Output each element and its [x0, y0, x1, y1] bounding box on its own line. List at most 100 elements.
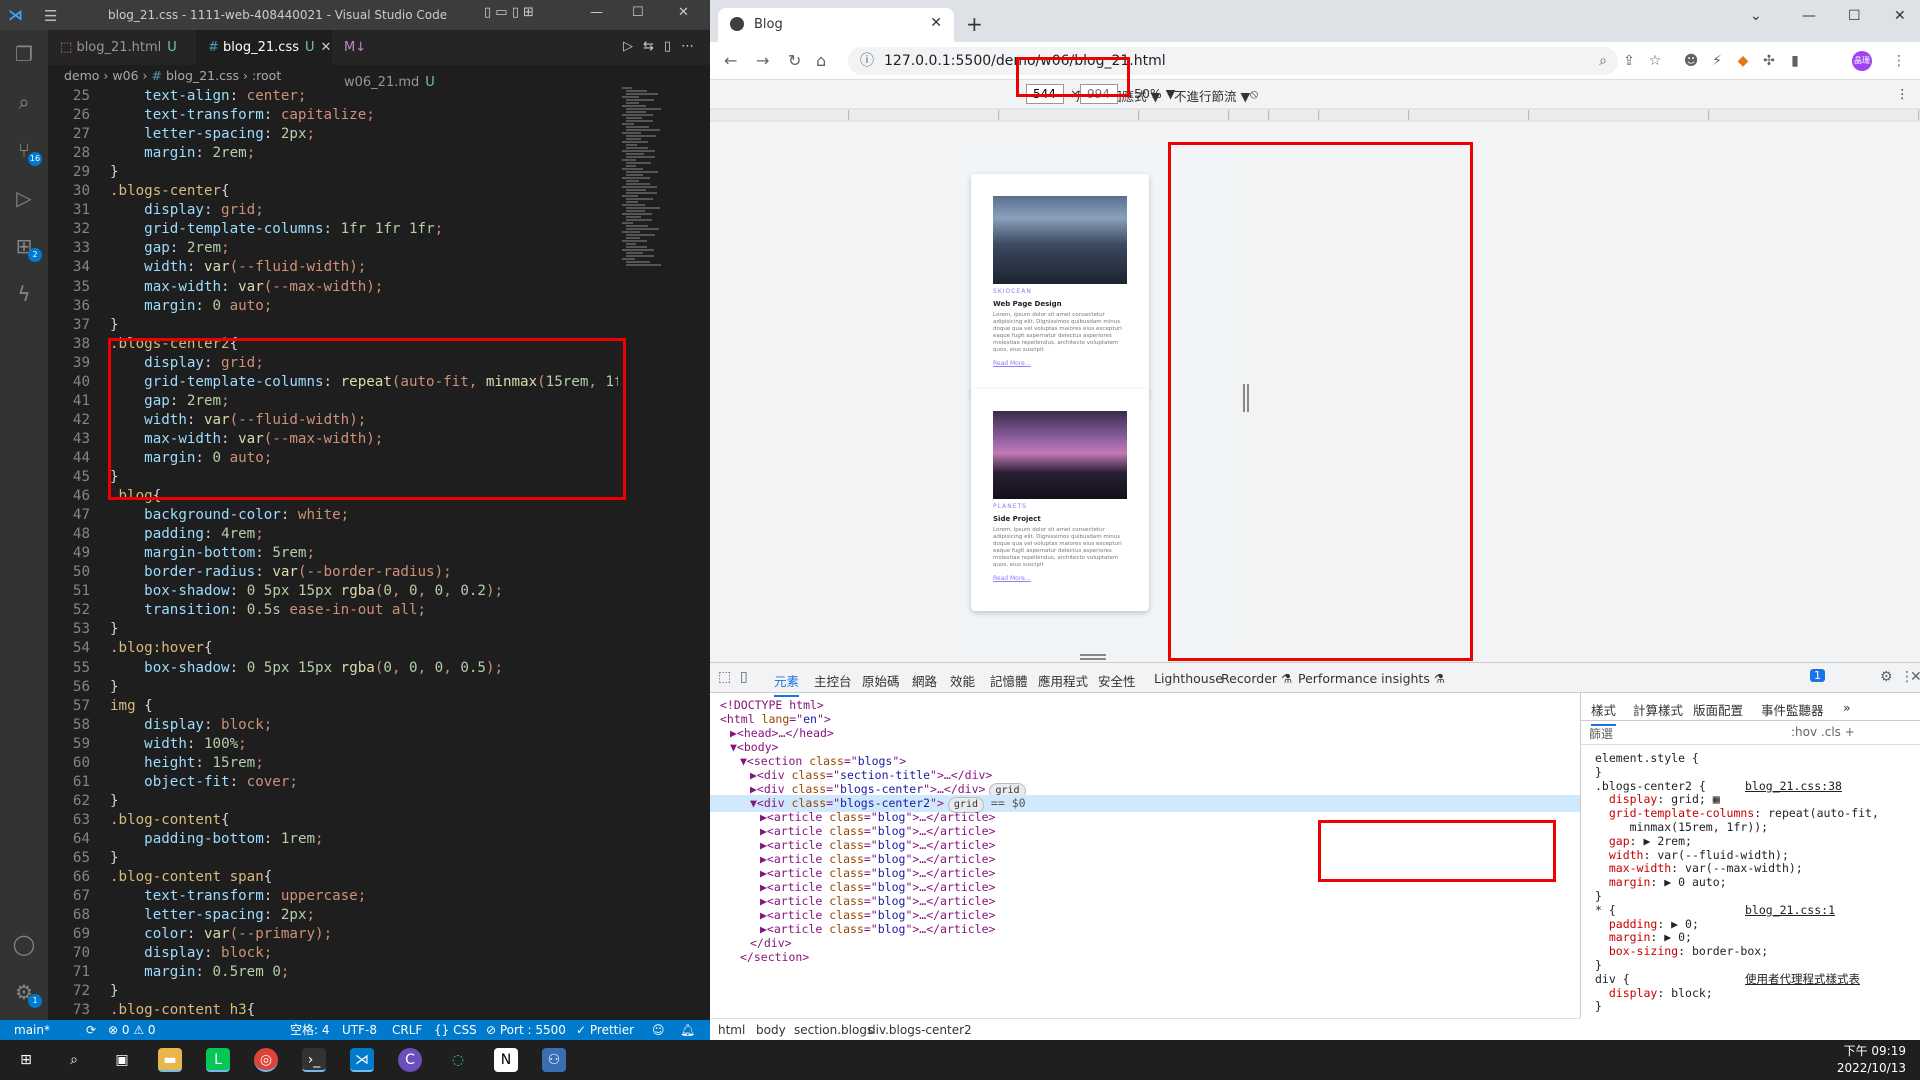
close-icon[interactable]: ✕ [678, 5, 689, 20]
throttle-select[interactable]: 不進行節流 ▼ [1174, 86, 1250, 105]
search-icon[interactable]: ⌕ [12, 90, 36, 114]
maximize-icon[interactable]: ☐ [632, 5, 644, 20]
code-line[interactable]: 29} [48, 163, 618, 182]
css-rule-line[interactable]: minmax(15rem, 1fr)); [1595, 820, 1768, 834]
devtools-tab[interactable]: 網路 [912, 671, 937, 690]
profile-avatar[interactable]: 晶珊 [1852, 51, 1872, 71]
problems[interactable]: ⊗ 0 ⚠ 0 [108, 1020, 156, 1040]
extension-icon[interactable]: ☻ [1682, 52, 1700, 70]
code-line[interactable]: 35 max-width: var(--max-width); [48, 278, 618, 297]
ruler-segment[interactable] [1710, 110, 1919, 120]
app-icon[interactable]: C [398, 1048, 422, 1072]
css-rule-line[interactable]: * {blog_21.css:1 [1595, 903, 1835, 917]
code-line[interactable]: 32 grid-template-columns: 1fr 1fr 1fr; [48, 220, 618, 239]
zoom-icon[interactable]: ⌕ [1594, 52, 1612, 70]
explorer-icon[interactable]: ❐ [12, 42, 36, 66]
code-editor[interactable]: 25 text-align: center; 26 text-transform:… [48, 87, 618, 1020]
maximize-icon[interactable]: ☐ [1848, 8, 1861, 24]
code-line[interactable]: 65} [48, 849, 618, 868]
ruler-segment[interactable] [710, 110, 849, 120]
prettier[interactable]: ✓ Prettier [576, 1020, 634, 1040]
dom-crumb[interactable]: body [756, 1019, 786, 1041]
source-link[interactable]: blog_21.css:38 [1745, 779, 1842, 793]
code-line[interactable]: 50 border-radius: var(--border-radius); [48, 563, 618, 582]
code-line[interactable]: 70 display: block; [48, 944, 618, 963]
code-line[interactable]: 33 gap: 2rem; [48, 239, 618, 258]
ruler-segment[interactable] [1410, 110, 1529, 120]
code-line[interactable]: 64 padding-bottom: 1rem; [48, 830, 618, 849]
eol[interactable]: CRLF [392, 1020, 422, 1040]
ruler-segment[interactable] [850, 110, 999, 120]
branch[interactable]: main* [14, 1020, 50, 1040]
language[interactable]: {} CSS [434, 1020, 477, 1040]
ruler-segment[interactable] [1320, 110, 1409, 120]
crumb[interactable]: blog_21.css [166, 68, 239, 83]
css-rule-line[interactable]: display: grid; ▦ [1595, 792, 1720, 806]
ruler-segment[interactable] [1230, 110, 1269, 120]
task-view-icon[interactable]: ▣ [110, 1048, 134, 1072]
styles-filter[interactable]: 篩選 :hov .cls + [1581, 721, 1920, 745]
code-line[interactable]: 67 text-transform: uppercase; [48, 887, 618, 906]
styles-tab[interactable]: 版面配置 [1693, 700, 1743, 719]
hov-cls-buttons[interactable]: :hov .cls + [1791, 725, 1855, 739]
terminal-icon[interactable]: ›_ [302, 1048, 326, 1072]
devtools-tab[interactable]: 原始碼 [862, 671, 900, 690]
inspect-icon[interactable]: ⬚ [718, 669, 731, 685]
code-line[interactable]: 53} [48, 620, 618, 639]
devtools-tab[interactable]: 應用程式 [1038, 671, 1088, 690]
css-rule-line[interactable]: margin: ▶ 0 auto; [1595, 875, 1727, 889]
crumb[interactable]: w06 [112, 68, 138, 83]
editor-actions[interactable]: ▷⇆▯⋯ [623, 39, 704, 54]
device-toggle-icon[interactable]: ▯ [740, 669, 748, 685]
css-rule-line[interactable]: } [1595, 889, 1602, 903]
devtools-tab[interactable]: 安全性 [1098, 671, 1136, 690]
code-line[interactable]: 47 background-color: white; [48, 506, 618, 525]
styles-tab[interactable]: 計算樣式 [1633, 700, 1683, 719]
zoom-select[interactable]: 50% ▼ [1134, 86, 1175, 101]
css-rule-line[interactable]: } [1595, 765, 1602, 779]
source-control-icon[interactable]: ⑂ 16 [12, 138, 42, 166]
css-rule-line[interactable]: .blogs-center2 {blog_21.css:38 [1595, 779, 1842, 793]
bell-icon[interactable]: 🔔︎ [680, 1020, 695, 1040]
python-icon[interactable]: ⚇ [542, 1048, 566, 1072]
search-icon[interactable]: ⌕ [62, 1048, 86, 1072]
code-line[interactable]: 56} [48, 678, 618, 697]
css-rule-line[interactable]: gap: ▶ 2rem; [1595, 834, 1692, 848]
css-rule-line[interactable]: margin: ▶ 0; [1595, 930, 1692, 944]
code-line[interactable]: 63 .blog-content{ [48, 811, 618, 830]
app-ring-icon[interactable]: ◌ [446, 1048, 470, 1072]
ruler-segment[interactable] [1000, 110, 1139, 120]
code-line[interactable]: 62} [48, 792, 618, 811]
crumb[interactable]: demo [64, 68, 99, 83]
encoding[interactable]: UTF-8 [342, 1020, 377, 1040]
code-line[interactable]: 26 text-transform: capitalize; [48, 106, 618, 125]
source-link[interactable]: 使用者代理程式樣式表 [1745, 972, 1860, 986]
css-rule-line[interactable]: } [1595, 958, 1602, 972]
code-line[interactable]: 58 display: block; [48, 716, 618, 735]
dom-crumb[interactable]: html [718, 1019, 745, 1041]
browser-tab[interactable]: Blog ✕ [718, 8, 954, 42]
code-line[interactable]: 28 margin: 2rem; [48, 144, 618, 163]
code-line[interactable]: 68 letter-spacing: 2px; [48, 906, 618, 925]
code-line[interactable]: 25 text-align: center; [48, 87, 618, 106]
forward-icon[interactable]: → [756, 51, 769, 70]
css-rule-line[interactable]: box-sizing: border-box; [1595, 944, 1768, 958]
account-icon[interactable]: ◯ [12, 932, 36, 956]
css-rule-line[interactable]: grid-template-columns: repeat(auto-fit, [1595, 806, 1879, 820]
code-line[interactable]: 71 margin: 0.5rem 0; [48, 963, 618, 982]
reload-icon[interactable]: ↻ [788, 51, 801, 70]
code-line[interactable]: 49 margin-bottom: 5rem; [48, 544, 618, 563]
css-rule-line[interactable]: display: block; [1595, 986, 1713, 1000]
home-icon[interactable]: ⌂ [816, 51, 826, 70]
code-line[interactable]: 30 .blogs-center{ [48, 182, 618, 201]
ruler-segment[interactable] [1530, 110, 1709, 120]
layout-icons[interactable]: ▯ ▭ ▯ ⊞ [484, 5, 534, 20]
tab-blog-css[interactable]: # blog_21.css U ✕ [196, 30, 332, 65]
read-more-link[interactable]: Read More... [993, 575, 1031, 582]
code-line[interactable]: 72} [48, 982, 618, 1001]
minimize-icon[interactable]: — [590, 5, 603, 20]
css-rule-line[interactable]: element.style { [1595, 751, 1699, 765]
extension-icon[interactable]: ⚡ [1708, 52, 1726, 70]
code-line[interactable]: 31 display: grid; [48, 201, 618, 220]
code-line[interactable]: 34 width: var(--fluid-width); [48, 258, 618, 277]
